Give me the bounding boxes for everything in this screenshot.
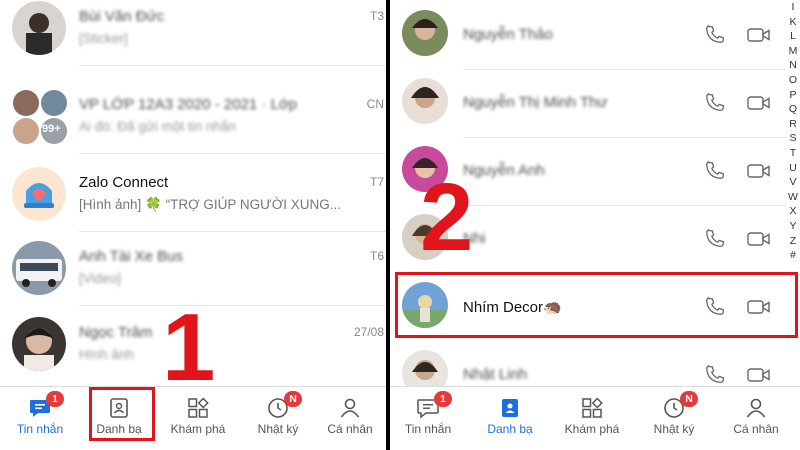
chat-preview: Hình ảnh — [79, 347, 134, 362]
alphabet-letter[interactable]: R — [786, 117, 800, 132]
divider — [79, 153, 386, 154]
alphabet-letter[interactable]: K — [786, 15, 800, 30]
chat-item[interactable]: Bùi Văn Đức [Sticker] T3 — [0, 0, 386, 66]
zalo-connect-avatar — [12, 167, 66, 221]
nav-label: Cá nhân — [733, 422, 779, 436]
alphabet-letter[interactable]: X — [786, 204, 800, 219]
contact-name: Nhật Linh — [463, 366, 528, 383]
person-icon — [340, 398, 360, 418]
chat-name: Anh Tài Xe Bus — [79, 248, 183, 265]
avatar — [402, 78, 448, 124]
nav-label: Nhật ký — [257, 422, 299, 436]
contact-name: Nguyễn Anh — [463, 162, 545, 179]
nav-label: Tin nhắn — [404, 422, 452, 436]
nav-tin-nhan[interactable]: 1 Tin nhắn — [392, 387, 464, 450]
phone-icon[interactable] — [704, 160, 726, 182]
chat-time: CN — [366, 97, 384, 111]
contact-name: Nguyễn Thảo — [463, 26, 553, 43]
new-badge: N — [680, 391, 698, 407]
alphabet-letter[interactable]: V — [786, 175, 800, 190]
chat-name: Bùi Văn Đức — [79, 8, 165, 25]
nav-label: Khám phá — [170, 422, 226, 436]
video-call-icon[interactable] — [746, 364, 772, 386]
chat-time: T6 — [369, 249, 384, 263]
step-number-2: 2 — [420, 164, 474, 271]
contacts-screen: Nguyễn Thảo Nguyễn Thị Minh Thư Nguyễn A… — [390, 0, 800, 450]
phone-icon[interactable] — [704, 92, 726, 114]
highlight-box-contacts-tab — [89, 387, 155, 441]
chat-time: 27/08 — [353, 325, 384, 339]
nav-danh-ba[interactable]: Danh bạ — [474, 387, 546, 450]
avatar — [12, 1, 66, 55]
phone-icon[interactable] — [704, 228, 726, 250]
grid-icon — [582, 397, 603, 418]
nav-label: Danh bạ — [487, 422, 533, 436]
chat-time: T7 — [369, 175, 384, 189]
alphabet-letter[interactable]: N — [786, 58, 800, 73]
avatar — [12, 241, 66, 295]
nav-nhat-ky[interactable]: N Nhật ký — [638, 387, 710, 450]
nav-label: Cá nhân — [327, 422, 373, 436]
alphabet-letter[interactable]: P — [786, 88, 800, 103]
chat-name: Zalo Connect — [79, 174, 169, 191]
nav-nhat-ky[interactable]: N Nhật ký — [242, 387, 314, 450]
alphabet-letter[interactable]: S — [786, 131, 800, 146]
highlight-box-contact — [395, 272, 798, 338]
person-icon — [746, 398, 766, 418]
chat-preview: [Sticker] — [79, 31, 128, 46]
alphabet-index[interactable]: I K L M N O P Q R S T U V W X Y Z # — [786, 0, 800, 263]
new-badge: N — [284, 391, 302, 407]
chat-item[interactable]: Zalo Connect [Hình ảnh] 🍀 “TRỢ GIÚP NGƯỜ… — [0, 158, 386, 232]
alphabet-letter[interactable]: # — [786, 248, 800, 263]
video-call-icon[interactable] — [746, 160, 772, 182]
chat-name: VP LỚP 12A3 2020 - 2021 · Lớp — [79, 96, 298, 113]
divider — [79, 65, 386, 66]
unread-badge: 1 — [46, 391, 64, 407]
chat-preview: [Video] — [79, 271, 121, 286]
contact-item[interactable]: Nguyễn Thị Minh Thư — [390, 70, 786, 138]
chat-item[interactable]: 99+ VP LỚP 12A3 2020 - 2021 · Lớp Ai đó:… — [0, 80, 386, 154]
phone-icon[interactable] — [704, 24, 726, 46]
bottom-nav: 1 Tin nhắn Danh bạ Khám phá N Nhật ký Cá… — [390, 386, 800, 450]
alphabet-letter[interactable]: O — [786, 73, 800, 88]
unread-badge: 1 — [434, 391, 452, 407]
contact-name: Nguyễn Thị Minh Thư — [463, 94, 608, 111]
nav-label: Khám phá — [564, 422, 620, 436]
alphabet-letter[interactable]: T — [786, 146, 800, 161]
step-number-1: 1 — [162, 294, 216, 401]
group-avatar: 99+ — [12, 89, 67, 144]
chat-preview: Ai đó: Đã gửi một tin nhắn — [79, 119, 236, 134]
video-call-icon[interactable] — [746, 228, 772, 250]
member-count: 99+ — [42, 123, 61, 135]
screenshot: Bùi Văn Đức [Sticker] T3 99+ VP LỚP 12A3… — [0, 0, 800, 450]
divider — [79, 305, 386, 306]
chat-name: Ngọc Trâm — [79, 324, 153, 341]
nav-label: Tin nhắn — [16, 422, 64, 436]
avatar — [12, 317, 66, 371]
alphabet-letter[interactable]: Q — [786, 102, 800, 117]
alphabet-letter[interactable]: M — [786, 44, 800, 59]
chat-preview: [Hình ảnh] 🍀 “TRỢ GIÚP NGƯỜI XUNG... — [79, 197, 342, 212]
chat-time: T3 — [369, 9, 384, 23]
contact-item[interactable]: Nguyễn Thảo — [390, 2, 786, 70]
nav-kham-pha[interactable]: Khám phá — [556, 387, 628, 450]
alphabet-letter[interactable]: I — [786, 0, 800, 15]
avatar — [402, 10, 448, 56]
nav-ca-nhan[interactable]: Cá nhân — [720, 387, 792, 450]
alphabet-letter[interactable]: L — [786, 29, 800, 44]
alphabet-letter[interactable]: W — [786, 190, 800, 205]
video-call-icon[interactable] — [746, 92, 772, 114]
chat-list-screen: Bùi Văn Đức [Sticker] T3 99+ VP LỚP 12A3… — [0, 0, 386, 450]
alphabet-letter[interactable]: Y — [786, 219, 800, 234]
nav-tin-nhan[interactable]: 1 Tin nhắn — [4, 387, 76, 450]
video-call-icon[interactable] — [746, 24, 772, 46]
contacts-icon — [502, 399, 518, 417]
alphabet-letter[interactable]: Z — [786, 234, 800, 249]
nav-ca-nhan[interactable]: Cá nhân — [314, 387, 386, 450]
nav-label: Nhật ký — [653, 422, 695, 436]
alphabet-letter[interactable]: U — [786, 161, 800, 176]
phone-icon[interactable] — [704, 364, 726, 386]
